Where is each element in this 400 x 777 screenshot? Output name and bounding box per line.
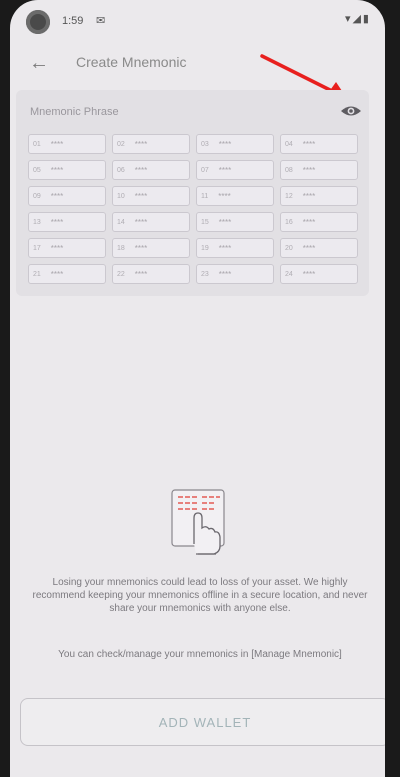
mnemonic-word-cell: 08 **** (280, 160, 358, 180)
word-mask: **** (50, 269, 64, 279)
status-time: 1:59 (62, 15, 84, 27)
mnemonic-word-cell: 19 **** (196, 238, 274, 258)
mnemonic-word-cell: 09 **** (28, 186, 106, 206)
word-mask: **** (50, 217, 64, 227)
back-arrow-icon[interactable]: ← (26, 50, 52, 76)
warning-text: Losing your mnemonics could lead to loss… (32, 577, 368, 614)
word-index: 21 (33, 270, 41, 278)
word-mask: **** (50, 165, 64, 175)
mnemonic-word-cell: 01 **** (28, 134, 106, 154)
word-index: 07 (201, 166, 209, 174)
phone-screen: 1:59 ✉ ▾◢▮ ← Create Mnemonic Mnemonic Ph… (10, 0, 385, 777)
word-mask: **** (134, 165, 148, 175)
word-mask: **** (302, 139, 316, 149)
page-title: Create Mnemonic (76, 54, 187, 70)
word-mask: **** (50, 243, 64, 253)
word-index: 18 (117, 244, 125, 252)
mnemonic-word-cell: 04 **** (280, 134, 358, 154)
mnemonic-word-cell: 10 **** (112, 186, 190, 206)
word-mask: **** (50, 191, 64, 201)
mnemonic-grid: 01 **** 02 **** 03 **** 04 **** 05 **** 06 **** 07 **… (28, 134, 358, 284)
word-mask: **** (134, 191, 148, 201)
mnemonic-word-cell: 03 **** (196, 134, 274, 154)
word-mask: **** (134, 217, 148, 227)
message-icon: ✉ (96, 15, 106, 27)
mnemonic-word-cell: 14 **** (112, 212, 190, 232)
word-index: 12 (285, 192, 293, 200)
word-index: 02 (117, 140, 125, 148)
word-mask: **** (218, 191, 231, 201)
word-index: 03 (201, 140, 209, 148)
hand-keypad-icon (171, 489, 225, 555)
word-mask: **** (302, 165, 316, 175)
manage-mnemonic-note: You can check/manage your mnemonics in [… (58, 649, 342, 660)
word-index: 17 (33, 244, 41, 252)
word-index: 01 (33, 140, 41, 148)
mnemonic-word-cell: 17 **** (28, 238, 106, 258)
mnemonic-word-cell: 02 **** (112, 134, 190, 154)
word-mask: **** (302, 191, 316, 201)
mnemonic-word-cell: 16 **** (280, 212, 358, 232)
mnemonic-word-cell: 13 **** (28, 212, 106, 232)
word-mask: **** (134, 243, 148, 253)
word-mask: **** (134, 269, 148, 279)
mnemonic-word-cell: 21 **** (28, 264, 106, 284)
word-mask: **** (218, 243, 232, 253)
word-mask: **** (302, 269, 316, 279)
mnemonic-card: Mnemonic Phrase 01 **** 02 **** 03 **** 04 ****… (16, 90, 369, 296)
word-index: 16 (285, 218, 293, 226)
status-bar: 1:59 ✉ ▾◢▮ (10, 0, 385, 40)
word-index: 19 (201, 244, 209, 252)
word-mask: **** (302, 217, 316, 227)
status-indicators: ▾◢▮ (344, 13, 371, 25)
mnemonic-word-cell: 05 **** (28, 160, 106, 180)
add-wallet-button[interactable]: ADD WALLET (20, 698, 385, 746)
word-mask: **** (218, 269, 232, 279)
word-mask: **** (218, 217, 232, 227)
word-index: 23 (201, 270, 209, 278)
word-index: 10 (117, 192, 125, 200)
mnemonic-word-cell: 18 **** (112, 238, 190, 258)
mnemonic-word-cell: 20 **** (280, 238, 358, 258)
mnemonic-word-cell: 22 **** (112, 264, 190, 284)
mnemonic-word-cell: 12 **** (280, 186, 358, 206)
mnemonic-word-cell: 06 **** (112, 160, 190, 180)
mnemonic-word-cell: 23 **** (196, 264, 274, 284)
word-index: 05 (33, 166, 41, 174)
word-mask: **** (218, 139, 232, 149)
word-index: 08 (285, 166, 293, 174)
word-mask: **** (218, 165, 232, 175)
word-index: 11 (201, 192, 209, 200)
mnemonic-word-cell: 11 **** (196, 186, 274, 206)
eye-icon[interactable] (340, 102, 362, 120)
word-index: 14 (117, 218, 125, 226)
mnemonic-word-cell: 07 **** (196, 160, 274, 180)
word-index: 09 (33, 192, 41, 200)
mnemonic-label: Mnemonic Phrase (30, 106, 119, 118)
word-index: 15 (201, 218, 209, 226)
mnemonic-word-cell: 15 **** (196, 212, 274, 232)
word-index: 04 (285, 140, 293, 148)
mnemonic-word-cell: 24 **** (280, 264, 358, 284)
word-index: 20 (285, 244, 293, 252)
word-index: 06 (117, 166, 125, 174)
word-index: 22 (117, 270, 125, 278)
camera-hole (26, 10, 50, 34)
word-mask: **** (134, 139, 148, 149)
word-mask: **** (50, 139, 64, 149)
word-mask: **** (302, 243, 316, 253)
word-index: 13 (33, 218, 41, 226)
word-index: 24 (285, 270, 293, 278)
